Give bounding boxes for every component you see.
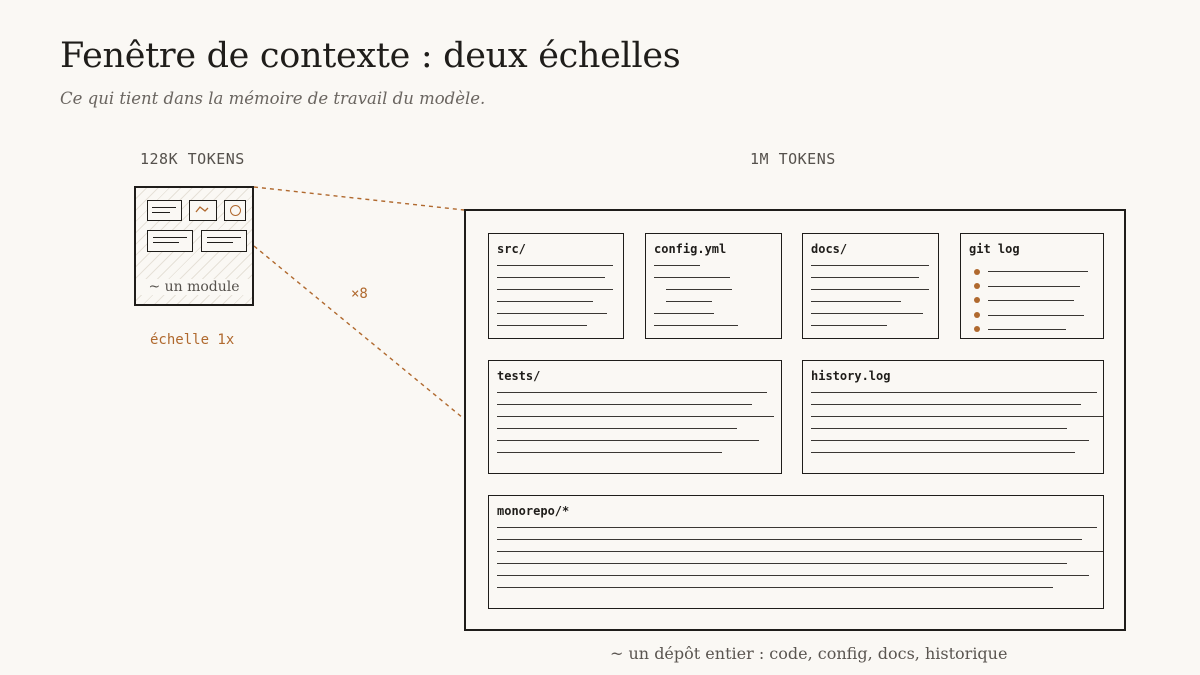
panel-docs: docs/ [802,233,939,339]
panel-title: docs/ [811,242,848,256]
mini-circle-block [224,200,246,221]
panel-src: src/ [488,233,624,339]
commit-dot [974,269,980,275]
commit-dot [974,297,980,303]
panel-git-log: git log [960,233,1104,339]
large-context-window: src/ config.yml docs/ git log tests/ his… [464,209,1126,631]
panel-title: git log [969,242,1020,256]
connector-bottom-line [253,245,464,419]
multiplier-label: ×8 [351,286,368,302]
panel-tests: tests/ [488,360,782,474]
small-context-window: ~ un module [134,186,254,306]
commit-dot [974,283,980,289]
connector-top-line [253,186,465,211]
panel-monorepo: monorepo/* [488,495,1104,609]
small-window-caption: ~ un module [136,279,252,295]
panel-title: tests/ [497,369,541,383]
panel-title: config.yml [654,242,727,256]
circle-icon [230,205,241,216]
large-window-caption: ~ un dépôt entier : code, config, docs, … [610,644,1008,663]
panel-history-log: history.log [802,360,1104,474]
panel-config: config.yml [645,233,782,339]
mini-text-block [147,230,193,252]
panel-title: src/ [497,242,526,256]
mini-chart-block [189,200,217,221]
scale-label: échelle 1x [150,332,235,348]
mini-text-block [147,200,182,221]
commit-dot [974,312,980,318]
panel-title: history.log [811,369,891,383]
chart-icon [195,206,209,213]
panel-title: monorepo/* [497,504,570,518]
commit-dot [974,326,980,332]
mini-text-block [201,230,247,252]
